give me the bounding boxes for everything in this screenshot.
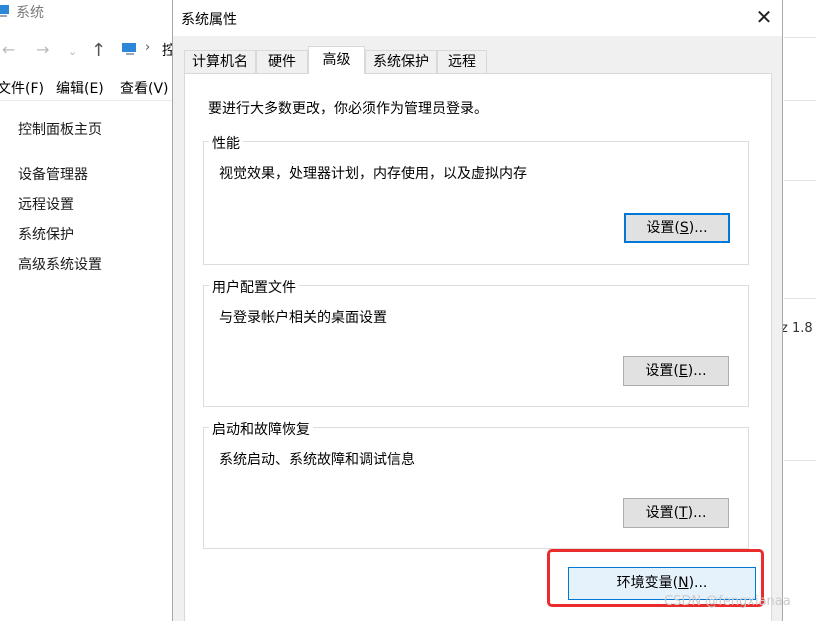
tab-system-protection[interactable]: 系统保护: [365, 50, 437, 73]
sidebar-link-device-manager[interactable]: 设备管理器: [18, 164, 88, 184]
dialog-titlebar[interactable]: 系统属性 ✕: [173, 0, 782, 36]
sidebar-link-remote-settings[interactable]: 远程设置: [18, 194, 74, 214]
close-icon[interactable]: ✕: [750, 3, 778, 31]
forward-arrow-icon[interactable]: →: [36, 40, 49, 59]
group-description: 系统启动、系统故障和调试信息: [219, 452, 415, 468]
admin-notice: 要进行大多数更改，你必须作为管理员登录。: [208, 101, 488, 117]
group-title: 用户配置文件: [209, 277, 299, 297]
startup-recovery-group: 启动和故障恢复 系统启动、系统故障和调试信息 设置(T)...: [203, 419, 749, 549]
tab-hardware[interactable]: 硬件: [256, 50, 308, 73]
menu-divider: [0, 100, 172, 101]
menu-view[interactable]: 查看(V): [120, 78, 169, 98]
performance-settings-button[interactable]: 设置(S)...: [624, 213, 730, 243]
divider: [784, 298, 816, 299]
divider: [784, 460, 816, 461]
chevron-down-icon[interactable]: ⌄: [68, 45, 77, 58]
sidebar-link-advanced-settings[interactable]: 高级系统设置: [18, 254, 102, 274]
dialog-title: 系统属性: [181, 12, 237, 28]
divider: [784, 180, 816, 181]
group-description: 视觉效果，处理器计划，内存使用，以及虚拟内存: [219, 166, 527, 182]
system-properties-dialog: 系统属性 ✕ 计算机名 硬件 高级 系统保护 远程 要进行大多数更改，你必须作为…: [172, 0, 783, 621]
up-arrow-icon[interactable]: ↑: [91, 40, 106, 61]
computer-icon: [0, 5, 9, 17]
computer-icon: [122, 43, 136, 55]
tab-advanced[interactable]: 高级: [308, 46, 365, 74]
group-description: 与登录帐户相关的桌面设置: [219, 310, 387, 326]
watermark: CSDN @fengxianaa: [664, 594, 791, 609]
sidebar-link-system-protection[interactable]: 系统保护: [18, 224, 74, 244]
group-title: 启动和故障恢复: [209, 419, 313, 439]
divider: [784, 100, 816, 101]
divider: [784, 37, 816, 38]
tab-remote[interactable]: 远程: [437, 50, 487, 73]
window-title: 系统: [16, 5, 44, 21]
advanced-tab-panel: 要进行大多数更改，你必须作为管理员登录。 性能 视觉效果，处理器计划，内存使用，…: [184, 73, 772, 621]
menu-edit[interactable]: 编辑(E): [56, 78, 104, 98]
processor-info-fragment: z 1.8: [781, 321, 813, 336]
breadcrumb-chevron-icon: ›: [145, 40, 151, 55]
user-profiles-settings-button[interactable]: 设置(E)...: [623, 356, 729, 386]
menu-file[interactable]: 文件(F): [0, 78, 44, 98]
sidebar-link-control-panel-home[interactable]: 控制面板主页: [18, 119, 102, 139]
user-profiles-group: 用户配置文件 与登录帐户相关的桌面设置 设置(E)...: [203, 277, 749, 407]
performance-group: 性能 视觉效果，处理器计划，内存使用，以及虚拟内存 设置(S)...: [203, 133, 749, 265]
tab-computer-name[interactable]: 计算机名: [184, 50, 256, 73]
back-arrow-icon[interactable]: ←: [2, 40, 15, 59]
startup-recovery-settings-button[interactable]: 设置(T)...: [623, 498, 729, 528]
group-title: 性能: [209, 133, 243, 153]
